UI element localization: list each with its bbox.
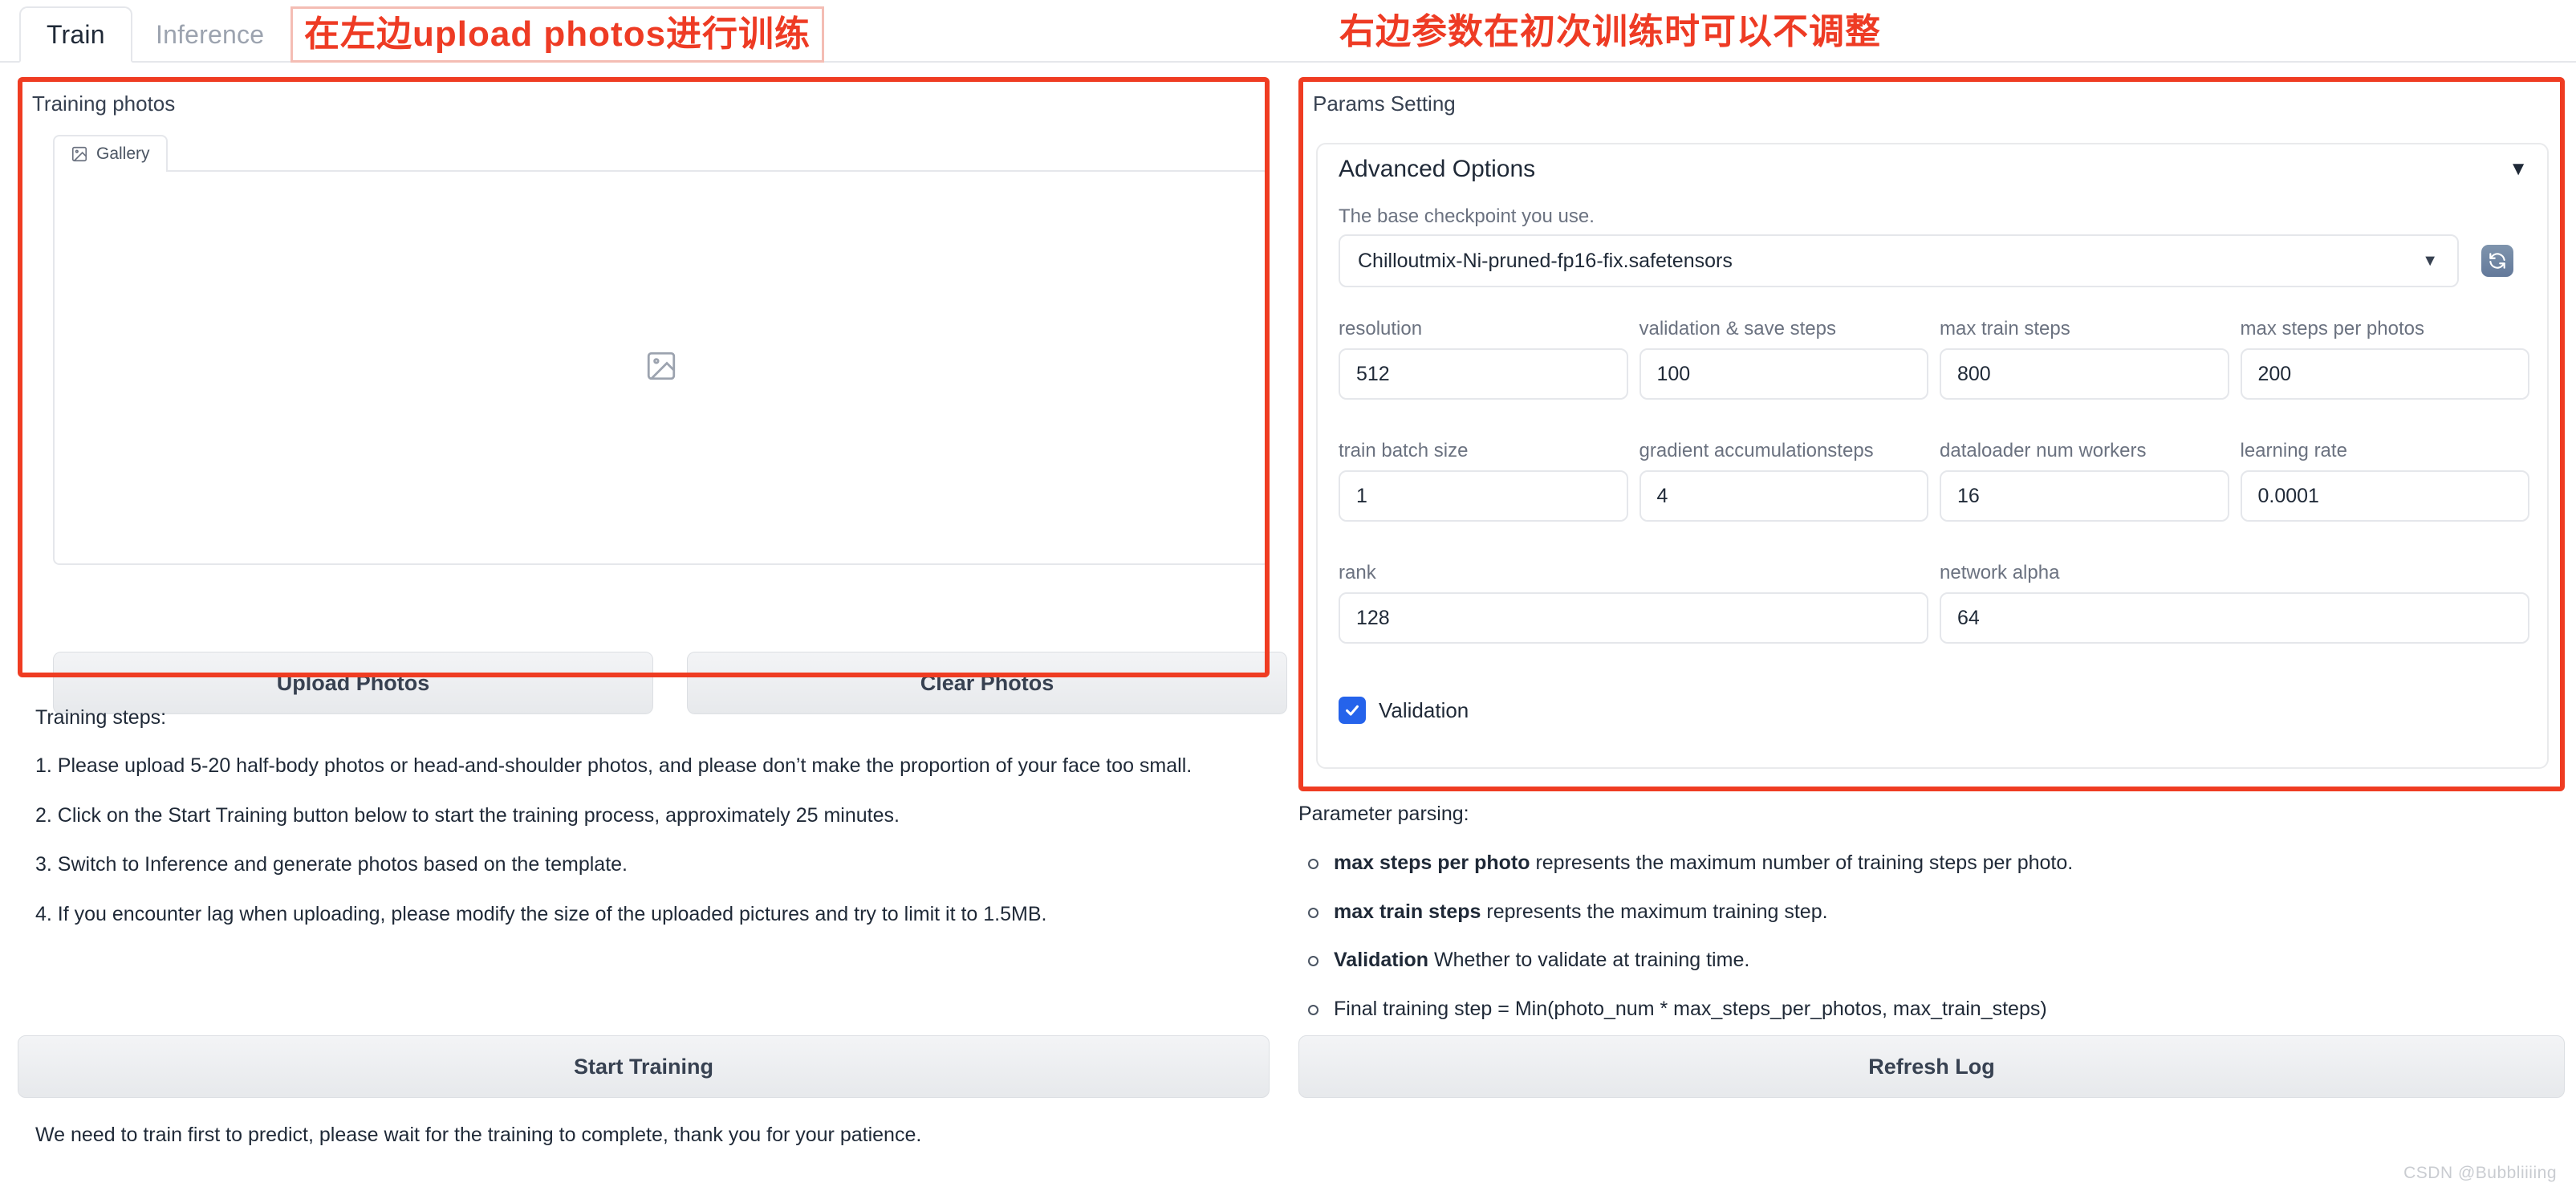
field-network-alpha: network alpha 64 (1940, 562, 2529, 644)
field-rank: rank 128 (1339, 562, 1928, 644)
advanced-options-title: Advanced Options (1339, 156, 1536, 182)
refresh-log-button[interactable]: Refresh Log (1298, 1035, 2565, 1098)
watermark: CSDN @Bubbliiiing (2403, 1164, 2557, 1182)
field-max-train-steps-label: max train steps (1940, 318, 2070, 339)
params-setting-label: Params Setting (1313, 91, 1456, 116)
field-resolution-label: resolution (1339, 318, 1423, 339)
parameter-parsing-list: max steps per photo represents the maxim… (1298, 850, 2550, 1022)
advanced-options-card: Advanced Options ▼ The base checkpoint y… (1316, 143, 2549, 769)
image-placeholder-icon (644, 349, 678, 387)
field-train-batch-size: train batch size 1 (1339, 440, 1628, 522)
field-resolution-input[interactable]: 512 (1339, 348, 1628, 400)
annotation-right: 右边参数在初次训练时可以不调整 (1339, 12, 1881, 51)
gallery-tab[interactable]: Gallery (53, 135, 168, 172)
training-step-2: 2. Click on the Start Training button be… (35, 803, 900, 827)
training-step-3: 3. Switch to Inference and generate phot… (35, 853, 628, 876)
field-max-train-steps: max train steps 800 (1940, 318, 2229, 400)
parameter-parsing-title: Parameter parsing: (1298, 803, 1469, 825)
parsing-item-validation: Validation Whether to validate at traini… (1298, 947, 2550, 974)
field-learning-rate: learning rate 0.0001 (2240, 440, 2529, 522)
parsing-item-4-rest: Final training step = Min(photo_num * ma… (1334, 997, 2047, 1020)
tab-train-label: Train (47, 19, 105, 49)
field-train-batch-size-label: train batch size (1339, 440, 1469, 461)
field-rank-input[interactable]: 128 (1339, 592, 1928, 644)
params-row-1: resolution 512 validation & save steps 1… (1339, 318, 2529, 400)
field-rank-label: rank (1339, 562, 1376, 583)
parsing-item-1-rest: represents the maximum number of trainin… (1530, 852, 2074, 874)
parsing-item-3-bold: Validation (1334, 949, 1429, 971)
parsing-item-2-bold: max train steps (1334, 900, 1481, 923)
field-max-steps-per-photos-input[interactable]: 200 (2240, 348, 2529, 400)
field-learning-rate-input[interactable]: 0.0001 (2240, 470, 2529, 522)
clear-photos-label: Clear Photos (920, 670, 1054, 695)
field-gradient-accumulationsteps: gradient accumulationsteps 4 (1639, 440, 1928, 522)
params-row-3: rank 128 network alpha 64 (1339, 562, 2529, 644)
parsing-item-1-bold: max steps per photo (1334, 852, 1530, 874)
params-row-2: train batch size 1 gradient accumulation… (1339, 440, 2529, 522)
training-step-4: 4. If you encounter lag when uploading, … (35, 903, 1047, 925)
parsing-item-max-train-steps: max train steps represents the maximum t… (1298, 899, 2550, 925)
field-max-train-steps-input[interactable]: 800 (1940, 348, 2229, 400)
training-footnote: We need to train first to predict, pleas… (35, 1124, 922, 1146)
advanced-options-header[interactable]: Advanced Options ▼ (1339, 156, 2528, 183)
training-step-1: 1. Please upload 5-20 half-body photos o… (35, 754, 1193, 777)
start-training-button[interactable]: Start Training (18, 1035, 1270, 1098)
field-gradient-accumulationsteps-label: gradient accumulationsteps (1639, 440, 1874, 461)
chevron-down-icon: ▼ (2422, 251, 2438, 270)
tab-inference[interactable]: Inference (128, 6, 291, 63)
field-dataloader-num-workers: dataloader num workers 16 (1940, 440, 2229, 522)
checkpoint-select[interactable]: Chilloutmix-Ni-pruned-fp16-fix.safetenso… (1339, 234, 2459, 287)
field-validation-save-steps: validation & save steps 100 (1639, 318, 1928, 400)
photo-dropzone[interactable] (53, 170, 1270, 565)
field-resolution: resolution 512 (1339, 318, 1628, 400)
field-validation-save-steps-label: validation & save steps (1639, 318, 1836, 339)
tab-train[interactable]: Train (19, 6, 132, 63)
parsing-item-3-rest: Whether to validate at training time. (1428, 949, 1750, 971)
field-dataloader-num-workers-input[interactable]: 16 (1940, 470, 2229, 522)
params-setting-panel: Params Setting (1298, 77, 2565, 116)
start-training-label: Start Training (573, 1054, 714, 1079)
refresh-icon (2481, 245, 2513, 277)
field-max-steps-per-photos-label: max steps per photos (2240, 318, 2424, 339)
training-photos-panel: Training photos Gallery Upload Photos Cl… (18, 77, 1287, 714)
field-max-steps-per-photos: max steps per photos 200 (2240, 318, 2529, 400)
field-network-alpha-label: network alpha (1940, 562, 2060, 583)
validation-checkbox[interactable] (1339, 697, 1366, 724)
validation-checkbox-row[interactable]: Validation (1339, 697, 1469, 724)
gallery-tab-label: Gallery (96, 144, 150, 163)
chevron-down-icon[interactable]: ▼ (2509, 158, 2528, 181)
field-network-alpha-input[interactable]: 64 (1940, 592, 2529, 644)
checkpoint-row: Chilloutmix-Ni-pruned-fp16-fix.safetenso… (1339, 234, 2529, 287)
upload-photos-label: Upload Photos (276, 670, 430, 695)
training-steps: Training steps: 1. Please upload 5-20 ha… (35, 705, 1271, 951)
field-dataloader-num-workers-label: dataloader num workers (1940, 440, 2147, 461)
tab-inference-label: Inference (156, 19, 265, 49)
field-validation-save-steps-input[interactable]: 100 (1639, 348, 1928, 400)
parsing-item-2-rest: represents the maximum training step. (1481, 900, 1828, 923)
refresh-log-label: Refresh Log (1868, 1054, 1995, 1079)
training-photos-label: Training photos (32, 91, 176, 116)
training-steps-title: Training steps: (35, 706, 167, 729)
parsing-item-max-steps-per-photo: max steps per photo represents the maxim… (1298, 850, 2550, 876)
field-train-batch-size-input[interactable]: 1 (1339, 470, 1628, 522)
gallery-icon (71, 145, 88, 163)
parameter-parsing: Parameter parsing: max steps per photo r… (1298, 803, 2550, 1044)
refresh-checkpoints-button[interactable] (2476, 240, 2518, 282)
parsing-item-final-training-step: Final training step = Min(photo_num * ma… (1298, 996, 2550, 1022)
gallery-area: Gallery (53, 135, 1270, 565)
checkpoint-value: Chilloutmix-Ni-pruned-fp16-fix.safetenso… (1358, 249, 1733, 272)
annotation-left: 在左边upload photos进行训练 (291, 6, 825, 63)
validation-checkbox-label: Validation (1379, 697, 1469, 722)
field-learning-rate-label: learning rate (2240, 440, 2347, 461)
checkpoint-hint: The base checkpoint you use. (1339, 205, 1595, 227)
field-gradient-accumulationsteps-input[interactable]: 4 (1639, 470, 1928, 522)
